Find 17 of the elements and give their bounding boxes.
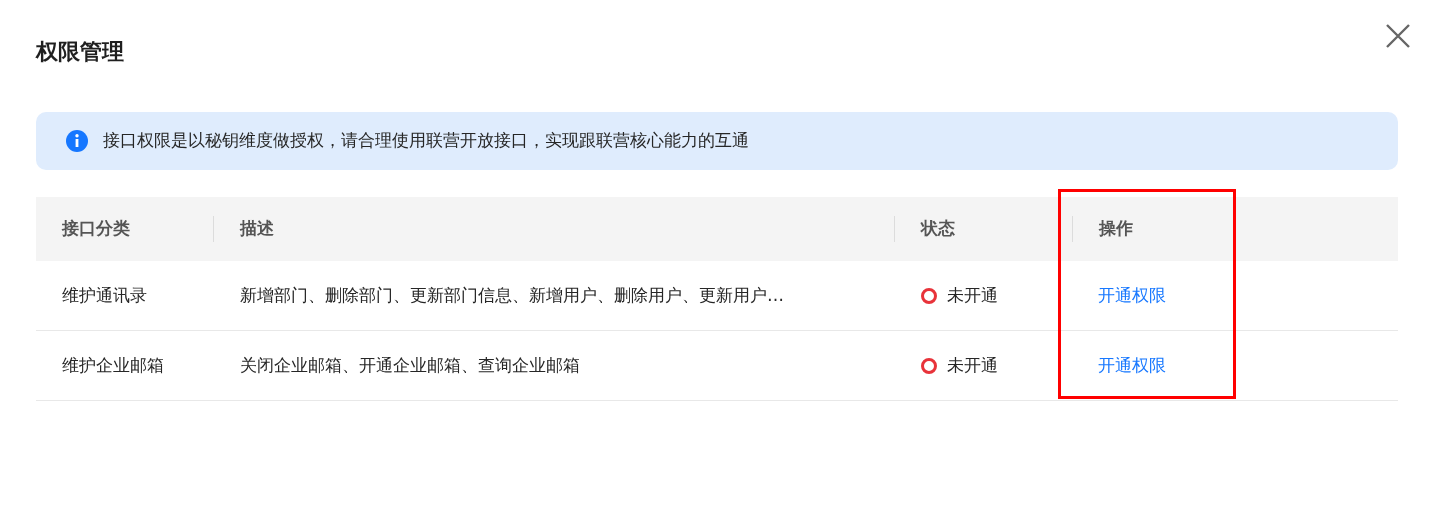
notice-text: 接口权限是以秘钥维度做授权，请合理使用联营开放接口，实现跟联营核心能力的互通 (103, 129, 749, 153)
column-header: 接口分类 (62, 217, 130, 241)
status-text: 未开通 (947, 353, 998, 377)
status-text: 未开通 (947, 283, 998, 307)
column-header: 状态 (921, 217, 955, 241)
info-icon (65, 129, 89, 153)
table-cell: 新增部门、删除部门、更新部门信息、新增用户、删除用户、更新用户… (240, 284, 784, 305)
close-button[interactable] (1384, 22, 1412, 50)
column-header: 描述 (240, 217, 274, 241)
table-cell: 关闭企业邮箱、开通企业邮箱、查询企业邮箱 (240, 354, 580, 375)
close-icon (1385, 23, 1411, 49)
dialog-title: 权限管理 (36, 38, 124, 66)
column-header: 操作 (1099, 217, 1133, 241)
enable-permission-link[interactable]: 开通权限 (1098, 284, 1166, 305)
enable-permission-link[interactable]: 开通权限 (1098, 354, 1166, 375)
table-cell: 维护企业邮箱 (62, 354, 164, 375)
table-cell: 维护通讯录 (62, 284, 147, 305)
